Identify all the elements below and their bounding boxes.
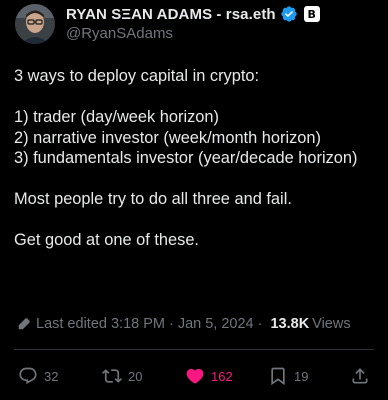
pencil-icon (17, 317, 31, 331)
bookmark-icon (271, 367, 285, 386)
meta-separator: · (257, 316, 263, 332)
tweet-line: 2) narrative investor (week/month horizo… (14, 128, 321, 147)
repost-arrows-icon (102, 369, 122, 383)
meta-separator: · (168, 316, 174, 332)
tweet-line: Most people try to do all three and fail… (14, 190, 292, 208)
repost-button[interactable]: 20 (102, 362, 142, 390)
bookmark-button[interactable]: 19 (268, 362, 308, 390)
tweet-meta: Last edited 3:18 PM · Jan 5, 2024 · 13.8… (17, 316, 351, 332)
reply-button[interactable]: 32 (18, 362, 58, 390)
tweet-card: RYAN SΞAN ADAMS - rsa.eth B @RyanSAdams … (0, 0, 388, 400)
edited-timestamp-link[interactable]: Last edited 3:18 PM (36, 316, 165, 332)
views-label: Views (312, 316, 351, 332)
reply-count: 32 (44, 368, 59, 384)
verified-badge-icon[interactable] (280, 5, 298, 23)
views-count[interactable]: 13.8K (270, 316, 309, 332)
heart-filled-icon (186, 368, 204, 384)
tweet-text: 3 ways to deploy capital in crypto: 1) t… (14, 66, 374, 251)
divider (14, 349, 374, 350)
tweet-date-link[interactable]: Jan 5, 2024 (178, 316, 254, 332)
reply-bubble-icon (19, 367, 37, 385)
like-count: 162 (211, 368, 233, 384)
bookmark-count: 19 (294, 368, 309, 384)
tweet-line: 3 ways to deploy capital in crypto: (14, 67, 260, 85)
tweet-line: 1) trader (day/week horizon) (14, 108, 219, 126)
author-name[interactable]: RYAN SΞAN ADAMS - rsa.eth (66, 6, 276, 23)
author-handle[interactable]: @RyanSAdams (66, 25, 173, 42)
avatar-image (15, 4, 55, 44)
share-upload-icon (352, 368, 368, 384)
like-button[interactable]: 162 (185, 362, 233, 390)
tweet-line: 3) fundamentals investor (year/decade ho… (14, 149, 358, 167)
repost-count: 20 (128, 368, 143, 384)
author-avatar[interactable] (15, 4, 55, 44)
action-bar: 32 20 162 19 (0, 362, 388, 390)
author-name-row: RYAN SΞAN ADAMS - rsa.eth B (66, 4, 320, 24)
share-button[interactable] (350, 362, 370, 390)
affiliate-badge-icon[interactable]: B (303, 6, 320, 22)
tweet-line: Get good at one of these. (14, 231, 199, 249)
